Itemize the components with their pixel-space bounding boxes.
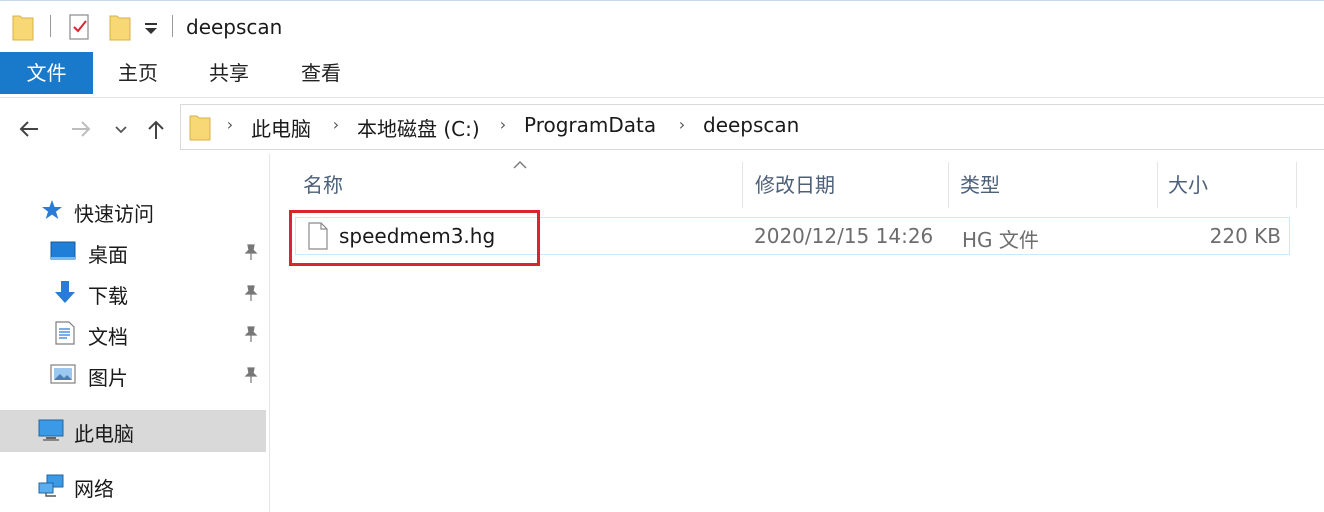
chevron-right-icon[interactable]: › (223, 115, 237, 134)
download-arrow-icon (55, 281, 75, 303)
pin-icon[interactable] (243, 325, 259, 343)
new-folder-icon[interactable] (109, 13, 131, 41)
file-name[interactable]: speedmem3.hg (339, 224, 495, 248)
window-title: deepscan (186, 15, 283, 39)
sidebar-item-pictures[interactable]: 图片 (0, 354, 266, 394)
folder-icon[interactable] (12, 13, 34, 41)
breadcrumb-deepscan[interactable]: deepscan (703, 113, 799, 137)
pin-icon[interactable] (243, 243, 259, 261)
chevron-right-icon[interactable]: › (496, 115, 510, 134)
computer-icon (38, 419, 64, 441)
sidebar-item-desktop[interactable]: 桌面 (0, 231, 266, 271)
table-row[interactable]: speedmem3.hg 2020/12/15 14:26 HG 文件 220 … (295, 217, 1290, 255)
sidebar-item-label: 此电脑 (74, 422, 134, 446)
desktop-icon (50, 241, 76, 260)
sidebar-item-label: 快速访问 (74, 202, 154, 226)
sidebar-item-label: 网络 (74, 477, 114, 501)
tab-home[interactable]: 主页 (93, 52, 183, 94)
file-list-view: 名称 修改日期 类型 大小 speedmem3.hg 2020/12/15 14… (271, 154, 1324, 512)
chevron-right-icon[interactable]: › (675, 115, 689, 134)
pictures-icon (50, 364, 76, 384)
up-arrow-icon[interactable] (141, 114, 171, 144)
column-header-modified[interactable]: 修改日期 (755, 170, 835, 210)
column-divider[interactable] (948, 162, 949, 208)
navigation-pane: 快速访问 桌面 下载 文档 图片 此电脑 网络 (0, 154, 270, 512)
properties-check-icon[interactable] (68, 13, 92, 41)
column-divider[interactable] (742, 162, 743, 208)
folder-icon (189, 115, 211, 141)
sidebar-item-documents[interactable]: 文档 (0, 313, 266, 353)
file-modified-date: 2020/12/15 14:26 (754, 224, 934, 248)
sidebar-item-label: 文档 (88, 325, 128, 349)
sidebar-item-network[interactable]: 网络 (0, 465, 266, 505)
file-icon (308, 222, 328, 250)
star-icon (42, 200, 62, 219)
document-icon (55, 321, 75, 345)
sidebar-item-quick-access[interactable]: 快速访问 (0, 190, 266, 230)
recent-locations-chevron-icon[interactable] (110, 114, 132, 144)
tab-file[interactable]: 文件 (0, 52, 93, 94)
toolbar-separator (172, 15, 173, 37)
pin-icon[interactable] (243, 284, 259, 302)
toolbar-separator (50, 15, 51, 37)
file-type: HG 文件 (962, 228, 1039, 252)
forward-arrow-icon[interactable] (66, 114, 96, 144)
sidebar-item-label: 图片 (88, 366, 128, 390)
title-bar: deepscan (0, 0, 1324, 52)
sidebar-item-downloads[interactable]: 下载 (0, 272, 266, 312)
sort-ascending-icon (513, 161, 527, 169)
breadcrumb-programdata[interactable]: ProgramData (524, 113, 656, 137)
tab-view[interactable]: 查看 (275, 52, 367, 94)
tab-share[interactable]: 共享 (183, 52, 275, 94)
column-header-type[interactable]: 类型 (960, 170, 1000, 210)
breadcrumb-local-disk[interactable]: 本地磁盘 (C:) (357, 113, 480, 142)
file-size: 220 KB (1209, 224, 1281, 248)
sidebar-item-label: 桌面 (88, 243, 128, 267)
column-header-size[interactable]: 大小 (1168, 170, 1208, 210)
sidebar-item-label: 下载 (88, 284, 128, 308)
breadcrumb-this-pc[interactable]: 此电脑 (251, 113, 311, 142)
network-icon (38, 474, 64, 497)
chevron-right-icon[interactable]: › (329, 115, 343, 134)
pin-icon[interactable] (243, 366, 259, 384)
sidebar-item-this-pc[interactable]: 此电脑 (0, 410, 266, 452)
customize-toolbar-dropdown-icon[interactable] (143, 21, 159, 35)
column-divider[interactable] (1157, 162, 1158, 208)
column-divider[interactable] (1296, 162, 1297, 208)
back-arrow-icon[interactable] (14, 114, 44, 144)
address-bar[interactable]: › 此电脑 › 本地磁盘 (C:) › ProgramData › deepsc… (180, 104, 1324, 150)
ribbon-tabs: 文件 主页 共享 查看 (0, 52, 1324, 98)
column-header-name[interactable]: 名称 (303, 170, 343, 210)
